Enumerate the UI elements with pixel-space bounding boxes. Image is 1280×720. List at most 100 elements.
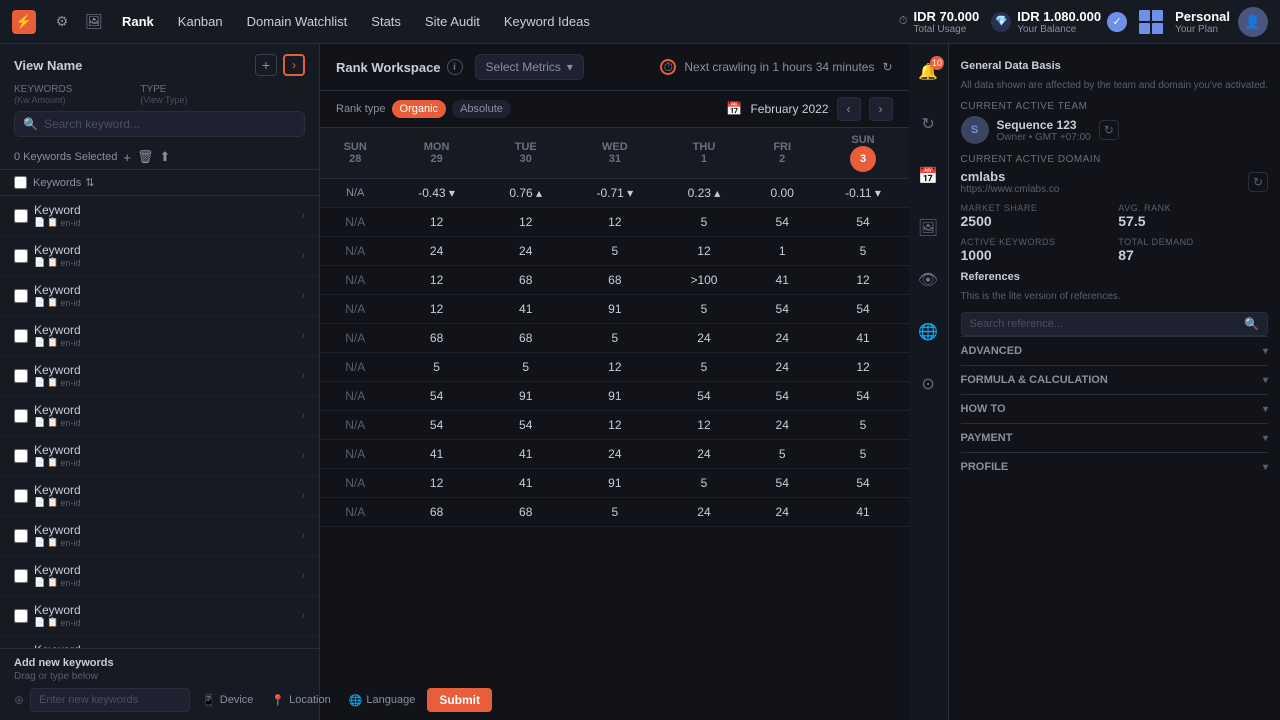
keyword-row-6[interactable]: Keyword 📄📋en-id › bbox=[0, 396, 319, 436]
kw-checkbox-4[interactable] bbox=[14, 329, 28, 343]
table-row: N/A 68685 242441 bbox=[320, 324, 909, 353]
kw-checkbox-1[interactable] bbox=[14, 209, 28, 223]
add-selection-icon[interactable]: + bbox=[123, 150, 131, 165]
balance-label: Your Balance bbox=[1017, 24, 1101, 35]
kw-arrow-11[interactable]: › bbox=[302, 610, 305, 621]
domain-refresh-button[interactable]: ↻ bbox=[1248, 172, 1268, 192]
kw-checkbox-3[interactable] bbox=[14, 289, 28, 303]
keyword-row-5[interactable]: Keyword 📄📋en-id › bbox=[0, 356, 319, 396]
expand-button[interactable]: › bbox=[283, 54, 305, 76]
absolute-pill[interactable]: Absolute bbox=[452, 100, 511, 118]
image-nav-icon[interactable]: 🖼 bbox=[80, 8, 108, 36]
kw-name-9: Keyword 📄📋en-id bbox=[34, 523, 296, 548]
kw-checkbox-6[interactable] bbox=[14, 409, 28, 423]
info-icon[interactable]: i bbox=[447, 59, 463, 75]
add-view-button[interactable]: + bbox=[255, 54, 277, 76]
kw-arrow-3[interactable]: › bbox=[302, 290, 305, 301]
kw-name-1: Keyword 📄📋en-id bbox=[34, 203, 296, 228]
reference-search-input[interactable] bbox=[970, 318, 1239, 330]
keyword-row-2[interactable]: Keyword 📄📋en-id › bbox=[0, 236, 319, 276]
keyword-search-bar[interactable]: 🔍 bbox=[14, 111, 305, 137]
nav-stats[interactable]: Stats bbox=[361, 10, 411, 33]
keyword-row-1[interactable]: Keyword 📄📋en-id › bbox=[0, 196, 319, 236]
kw-arrow-10[interactable]: › bbox=[302, 570, 305, 581]
advanced-collapsible[interactable]: ADVANCED ▾ bbox=[961, 336, 1268, 365]
kw-arrow-2[interactable]: › bbox=[302, 250, 305, 261]
balance-credits: 💎 IDR 1.080.000 Your Balance ✓ bbox=[991, 9, 1127, 35]
kw-checkbox-7[interactable] bbox=[14, 449, 28, 463]
bell-icon[interactable]: 🔔 10 bbox=[910, 54, 946, 90]
kw-arrow-8[interactable]: › bbox=[302, 490, 305, 501]
grid-icon[interactable] bbox=[1139, 10, 1163, 34]
keyword-row-8[interactable]: Keyword 📄📋en-id › bbox=[0, 476, 319, 516]
howto-chevron: ▾ bbox=[1263, 404, 1268, 415]
keyword-row-4[interactable]: Keyword 📄📋en-id › bbox=[0, 316, 319, 356]
select-metrics-button[interactable]: Select Metrics ▾ bbox=[475, 54, 584, 80]
kw-checkbox-10[interactable] bbox=[14, 569, 28, 583]
howto-collapsible[interactable]: HOW TO ▾ bbox=[961, 394, 1268, 423]
payment-collapsible[interactable]: PAYMENT ▾ bbox=[961, 423, 1268, 452]
kw-name-8: Keyword 📄📋en-id bbox=[34, 483, 296, 508]
chevron-down-icon: ▾ bbox=[567, 60, 573, 74]
nav-rank[interactable]: Rank bbox=[112, 10, 164, 33]
kw-checkbox-11[interactable] bbox=[14, 609, 28, 623]
plan-name: Personal bbox=[1175, 9, 1230, 24]
search-input[interactable] bbox=[44, 117, 296, 131]
device-button[interactable]: 📱 Device bbox=[196, 690, 259, 711]
kw-arrow-4[interactable]: › bbox=[302, 330, 305, 341]
kw-arrow-6[interactable]: › bbox=[302, 410, 305, 421]
keyword-row-11[interactable]: Keyword 📄📋en-id › bbox=[0, 596, 319, 636]
kw-arrow-5[interactable]: › bbox=[302, 370, 305, 381]
delta-4: 0.23 ▴ bbox=[661, 179, 747, 208]
nav-kanban[interactable]: Kanban bbox=[168, 10, 233, 33]
globe-right-icon[interactable]: 🌐 bbox=[910, 314, 946, 350]
col-type: TYPE (View Type) bbox=[140, 84, 187, 105]
settings-icon[interactable]: ⚙ bbox=[48, 8, 76, 36]
view-name-title: View Name bbox=[14, 58, 249, 73]
refresh-crawling-icon[interactable]: ↻ bbox=[882, 60, 892, 74]
kw-arrow-9[interactable]: › bbox=[302, 530, 305, 541]
team-refresh-button[interactable]: ↻ bbox=[1099, 120, 1119, 140]
domain-name: cmlabs bbox=[961, 169, 1060, 184]
reference-search[interactable]: 🔍 bbox=[961, 312, 1268, 336]
domain-info: cmlabs https://www.cmlabs.co bbox=[961, 169, 1060, 195]
ref-search-icon: 🔍 bbox=[1244, 317, 1259, 331]
logo-icon[interactable]: ⚡ bbox=[12, 10, 36, 34]
sync-icon[interactable]: ↻ bbox=[910, 106, 946, 142]
workspace-label: Rank Workspace i bbox=[336, 59, 463, 75]
image-right-icon[interactable]: 🖼 bbox=[910, 210, 946, 246]
kw-arrow-1[interactable]: › bbox=[302, 210, 305, 221]
delete-selection-icon[interactable]: 🗑 bbox=[137, 149, 154, 165]
kw-checkbox-2[interactable] bbox=[14, 249, 28, 263]
keyword-row-10[interactable]: Keyword 📄📋en-id › bbox=[0, 556, 319, 596]
organic-pill[interactable]: Organic bbox=[392, 100, 447, 118]
profile-collapsible[interactable]: PROFILE ▾ bbox=[961, 452, 1268, 481]
formula-collapsible[interactable]: FORMULA & CALCULATION ▾ bbox=[961, 365, 1268, 394]
keyword-row-7[interactable]: Keyword 📄📋en-id › bbox=[0, 436, 319, 476]
export-selection-icon[interactable]: ⬆ bbox=[159, 149, 170, 165]
profile-chevron: ▾ bbox=[1263, 462, 1268, 473]
user-avatar[interactable]: 👤 bbox=[1238, 7, 1268, 37]
kw-arrow-7[interactable]: › bbox=[302, 450, 305, 461]
kw-name-11: Keyword 📄📋en-id bbox=[34, 603, 296, 628]
metrics-grid: MARKET SHARE 2500 AVG. RANK 57.5 ACTIVE … bbox=[961, 203, 1268, 263]
kw-checkbox-8[interactable] bbox=[14, 489, 28, 503]
keyword-row-3[interactable]: Keyword 📄📋en-id › bbox=[0, 276, 319, 316]
eye-right-icon[interactable]: 👁 bbox=[910, 262, 946, 298]
select-all-checkbox[interactable] bbox=[14, 176, 27, 189]
nav-domain-watchlist[interactable]: Domain Watchlist bbox=[237, 10, 358, 33]
next-date-button[interactable]: › bbox=[869, 97, 893, 121]
toggle-right-icon[interactable]: ⊙ bbox=[910, 366, 946, 402]
keyword-row-12[interactable]: Keyword 📄📋en-id › bbox=[0, 636, 319, 648]
keyword-row-9[interactable]: Keyword 📄📋en-id › bbox=[0, 516, 319, 556]
nav-site-audit[interactable]: Site Audit bbox=[415, 10, 490, 33]
nav-keyword-ideas[interactable]: Keyword Ideas bbox=[494, 10, 600, 33]
prev-date-button[interactable]: ‹ bbox=[837, 97, 861, 121]
sort-icon[interactable]: ⇅ bbox=[85, 176, 94, 189]
kw-checkbox-9[interactable] bbox=[14, 529, 28, 543]
kw-checkbox-5[interactable] bbox=[14, 369, 28, 383]
calendar-right-icon[interactable]: 📅 bbox=[910, 158, 946, 194]
usage-amount: IDR 70.000 bbox=[913, 9, 979, 24]
calendar-nav-icon: 📅 bbox=[726, 101, 742, 117]
new-keyword-input[interactable] bbox=[30, 688, 190, 712]
